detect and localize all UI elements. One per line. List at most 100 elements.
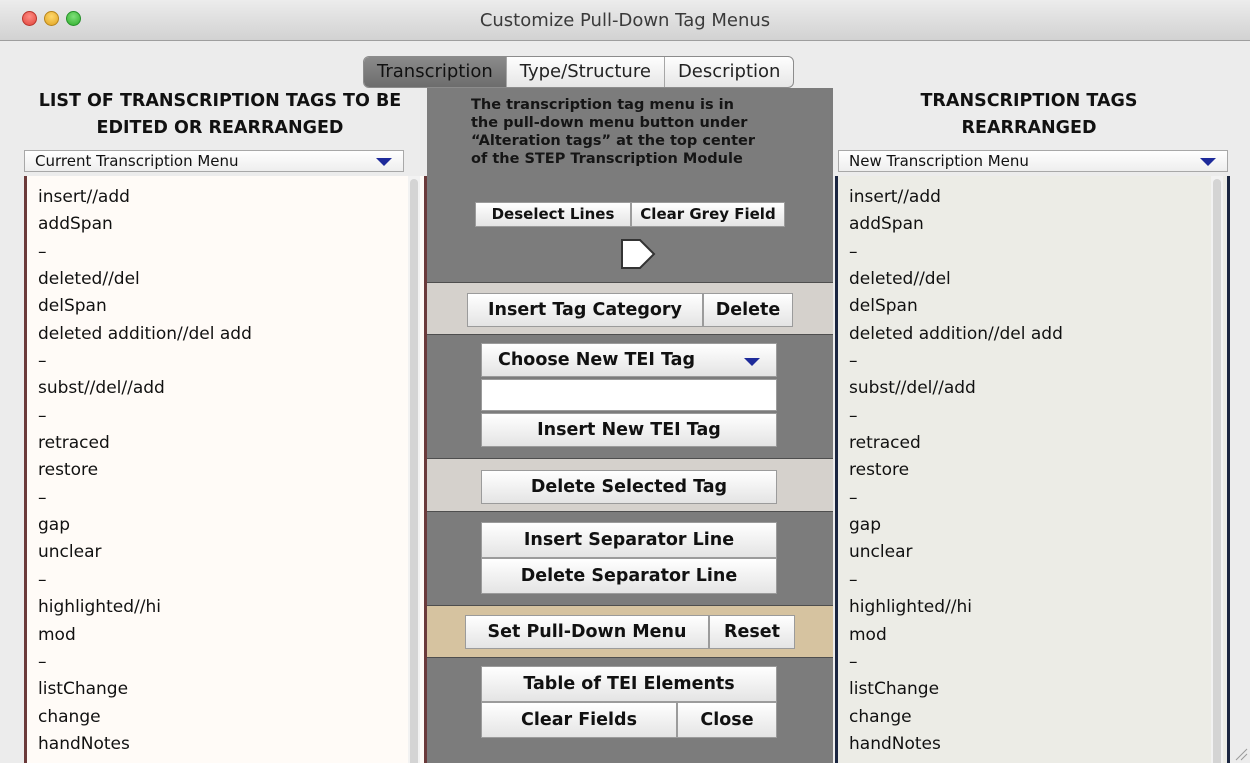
list-item[interactable]: insert//add xyxy=(849,185,1063,212)
list-item[interactable]: gap xyxy=(849,513,1063,540)
list-item[interactable]: – xyxy=(38,486,252,513)
window: Customize Pull-Down Tag Menus Transcript… xyxy=(0,0,1250,763)
new-menu-dropdown[interactable]: New Transcription Menu xyxy=(838,150,1228,172)
list-item[interactable]: – xyxy=(849,568,1063,595)
left-heading-line1: LIST OF TRANSCRIPTION TAGS TO BE xyxy=(38,91,402,111)
insert-separator-line-button[interactable]: Insert Separator Line xyxy=(481,522,777,558)
delete-tag-section: Delete Selected Tag xyxy=(427,458,833,511)
center-controls-panel: The transcription tag menu is in the pul… xyxy=(427,88,833,763)
scrollbar-thumb[interactable] xyxy=(410,179,418,763)
table-of-tei-elements-button[interactable]: Table of TEI Elements xyxy=(481,666,777,702)
set-pull-down-menu-button[interactable]: Set Pull-Down Menu xyxy=(465,615,709,649)
list-item[interactable]: – xyxy=(849,349,1063,376)
list-item[interactable]: highlighted//hi xyxy=(849,595,1063,622)
list-item[interactable]: mod xyxy=(38,623,252,650)
list-item[interactable]: handNotes xyxy=(38,732,252,759)
left-heading-line2: EDITED OR REARRANGED xyxy=(96,118,344,138)
new-menu-dropdown-label: New Transcription Menu xyxy=(849,152,1029,170)
reset-button[interactable]: Reset xyxy=(709,615,795,649)
list-item[interactable]: highlighted//hi xyxy=(38,595,252,622)
list-item[interactable]: – xyxy=(849,486,1063,513)
clear-fields-button[interactable]: Clear Fields xyxy=(481,702,677,738)
deselect-lines-button[interactable]: Deselect Lines xyxy=(475,202,631,227)
list-item[interactable]: – xyxy=(849,404,1063,431)
window-title: Customize Pull-Down Tag Menus xyxy=(479,10,771,31)
list-item[interactable]: handNotes xyxy=(849,732,1063,759)
list-item[interactable]: change xyxy=(38,705,252,732)
list-item[interactable]: listChange xyxy=(38,677,252,704)
list-item[interactable]: handNotes xyxy=(38,759,252,763)
list-item[interactable]: deleted addition//del add xyxy=(849,322,1063,349)
delete-category-button[interactable]: Delete xyxy=(703,293,793,327)
tab-type-structure[interactable]: Type/Structure xyxy=(507,57,665,87)
chevron-down-icon xyxy=(1200,158,1216,166)
tab-transcription[interactable]: Transcription xyxy=(364,57,507,87)
list-item[interactable]: deleted//del xyxy=(38,267,252,294)
new-tei-tag-section: Choose New TEI Tag Insert New TEI Tag xyxy=(427,334,833,458)
list-item[interactable]: retraced xyxy=(38,431,252,458)
tab-description[interactable]: Description xyxy=(665,57,794,87)
tag-category-section: Insert Tag Category Delete xyxy=(427,282,833,334)
right-heading-line1: TRANSCRIPTION TAGS xyxy=(920,91,1138,111)
current-menu-list[interactable]: insert//add addSpan – deleted//del delSpan de… xyxy=(24,176,427,763)
list-item[interactable]: – xyxy=(38,650,252,677)
list-item[interactable]: listChange xyxy=(849,677,1063,704)
chevron-down-icon xyxy=(376,158,392,166)
choose-new-tei-tag-dropdown[interactable]: Choose New TEI Tag xyxy=(481,343,777,377)
delete-separator-line-button[interactable]: Delete Separator Line xyxy=(481,558,777,594)
list-item[interactable]: deleted addition//del add xyxy=(38,322,252,349)
current-menu-items: insert//add addSpan – deleted//del delSpan de… xyxy=(38,185,252,763)
resize-grip-icon[interactable] xyxy=(1232,745,1248,761)
close-button[interactable]: Close xyxy=(677,702,777,738)
list-item[interactable]: subst//del//add xyxy=(38,376,252,403)
left-panel-heading: LIST OF TRANSCRIPTION TAGS TO BE EDITED … xyxy=(20,88,420,142)
new-menu-items: insert//add addSpan – deleted//del delSpan de… xyxy=(849,185,1063,763)
list-item[interactable]: – xyxy=(849,240,1063,267)
pull-down-menu-section: Set Pull-Down Menu Reset xyxy=(427,605,833,657)
info-line-2: the pull-down menu button under xyxy=(471,115,748,131)
list-item[interactable]: gap xyxy=(38,513,252,540)
clear-grey-field-button[interactable]: Clear Grey Field xyxy=(631,202,785,227)
list-item[interactable]: – xyxy=(38,349,252,376)
list-item[interactable]: restore xyxy=(849,458,1063,485)
pentagon-arrow-icon xyxy=(621,239,656,269)
new-menu-scrollbar[interactable] xyxy=(1211,176,1223,763)
list-item[interactable]: handNotes xyxy=(849,759,1063,763)
list-item[interactable]: delSpan xyxy=(849,294,1063,321)
info-line-4: of the STEP Transcription Module xyxy=(471,151,743,167)
insert-new-tei-tag-button[interactable]: Insert New TEI Tag xyxy=(481,413,777,447)
separator-section: Insert Separator Line Delete Separator L… xyxy=(427,511,833,605)
list-item[interactable]: – xyxy=(38,568,252,595)
current-menu-scrollbar[interactable] xyxy=(408,176,420,763)
list-item[interactable]: unclear xyxy=(849,540,1063,567)
list-item[interactable]: unclear xyxy=(38,540,252,567)
chevron-down-icon xyxy=(744,358,760,366)
footer-section: Table of TEI Elements Clear Fields Close xyxy=(427,657,833,763)
list-item[interactable]: retraced xyxy=(849,431,1063,458)
list-item[interactable]: delSpan xyxy=(38,294,252,321)
list-item[interactable]: addSpan xyxy=(849,212,1063,239)
insert-tag-category-button[interactable]: Insert Tag Category xyxy=(467,293,703,327)
list-item[interactable]: – xyxy=(38,404,252,431)
scrollbar-thumb[interactable] xyxy=(1213,179,1221,763)
list-item[interactable]: – xyxy=(849,650,1063,677)
list-item[interactable]: – xyxy=(38,240,252,267)
list-item[interactable]: restore xyxy=(38,458,252,485)
list-item[interactable]: deleted//del xyxy=(849,267,1063,294)
current-menu-dropdown-label: Current Transcription Menu xyxy=(35,152,239,170)
new-menu-list[interactable]: insert//add addSpan – deleted//del delSpan de… xyxy=(835,176,1230,763)
new-tei-tag-field[interactable] xyxy=(481,379,777,411)
tab-bar: Transcription Type/Structure Description xyxy=(363,56,795,88)
info-line-3: “Alteration tags” at the top center xyxy=(471,133,755,149)
list-item[interactable]: insert//add xyxy=(38,185,252,212)
list-item[interactable]: mod xyxy=(849,623,1063,650)
info-line-1: The transcription tag menu is in xyxy=(471,97,734,113)
list-item[interactable]: subst//del//add xyxy=(849,376,1063,403)
right-heading-line2: REARRANGED xyxy=(961,118,1097,138)
delete-selected-tag-button[interactable]: Delete Selected Tag xyxy=(481,470,777,504)
current-menu-dropdown[interactable]: Current Transcription Menu xyxy=(24,150,404,172)
list-item[interactable]: change xyxy=(849,705,1063,732)
title-bar: Customize Pull-Down Tag Menus xyxy=(0,0,1250,41)
list-item[interactable]: addSpan xyxy=(38,212,252,239)
right-panel-heading: TRANSCRIPTION TAGS REARRANGED xyxy=(836,88,1222,142)
